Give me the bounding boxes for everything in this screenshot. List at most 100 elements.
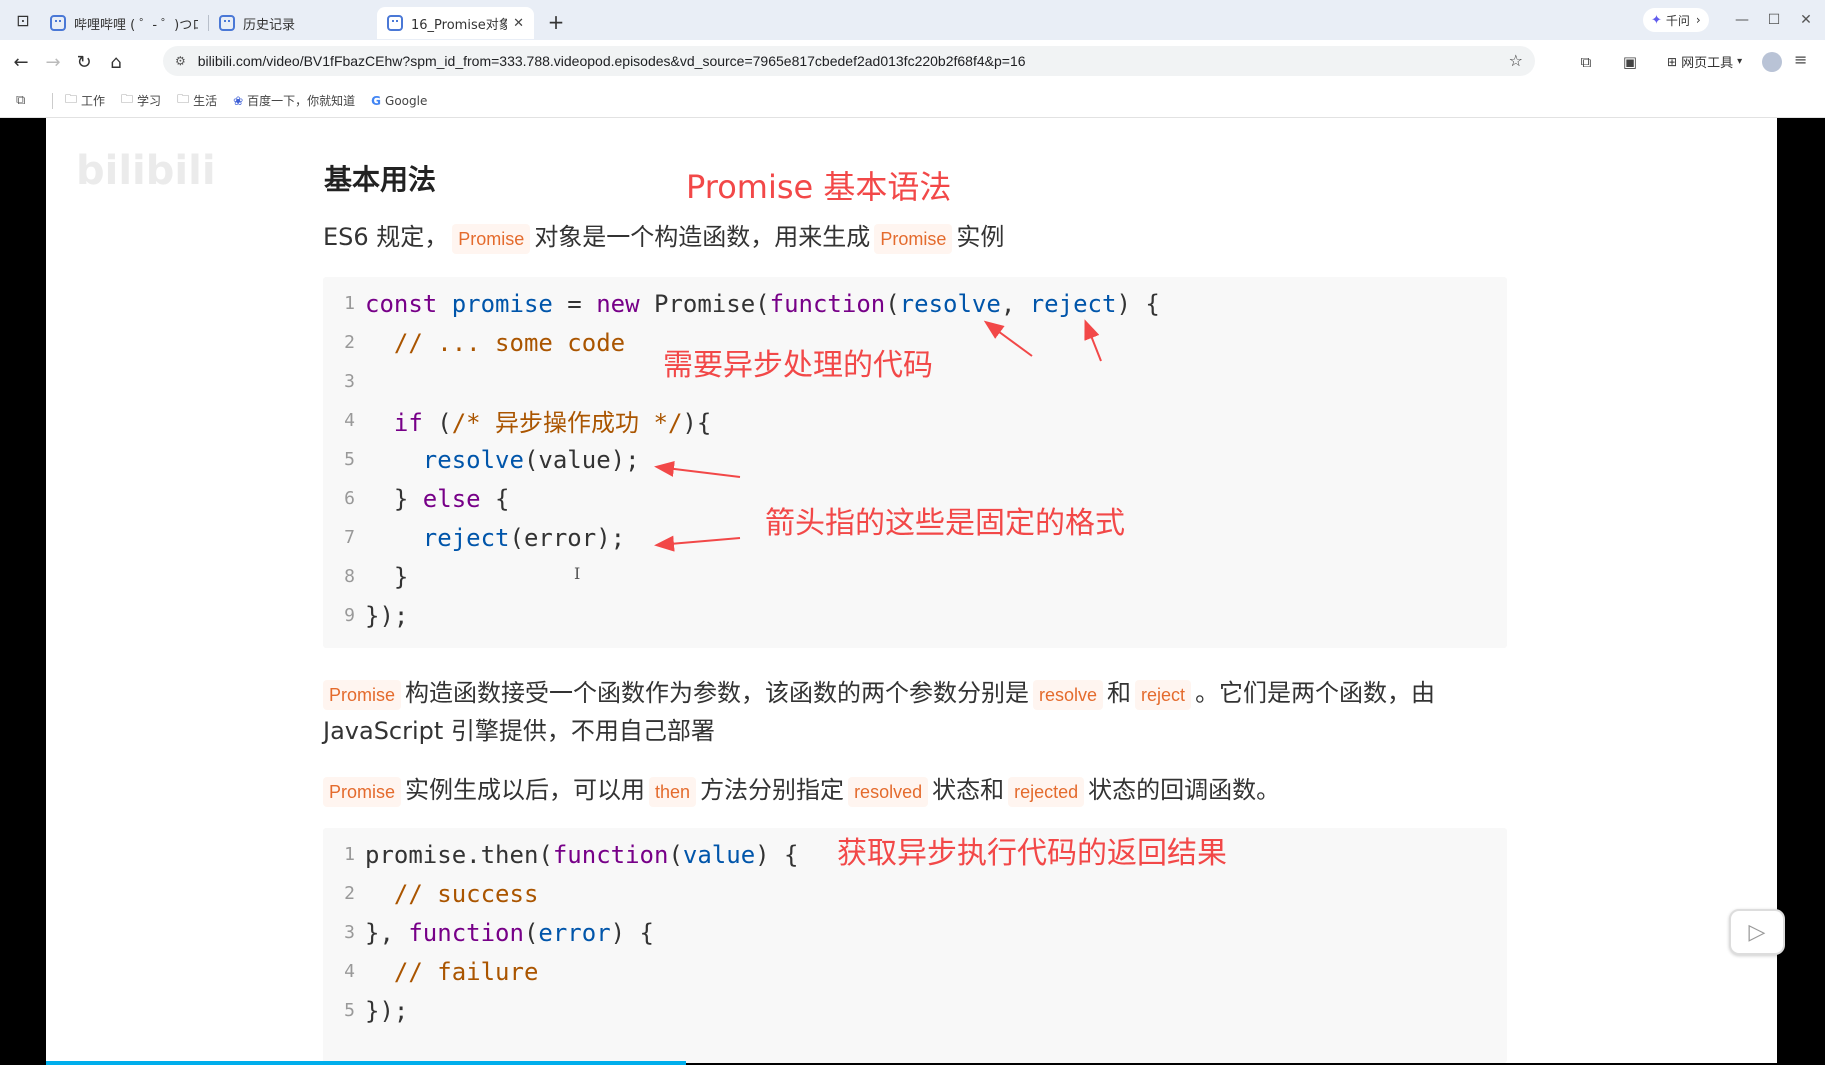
- site-info-icon[interactable]: ⚙: [175, 54, 186, 68]
- text: ES6 规定，: [323, 223, 449, 251]
- text-cursor-icon: I: [574, 564, 581, 583]
- web-tools-button[interactable]: ⊞ 网页工具 ▾: [1667, 52, 1743, 72]
- new-tab-plus-icon[interactable]: +: [540, 6, 572, 38]
- text: 状态的回调函数。: [1088, 776, 1281, 804]
- line-number: 1: [344, 844, 355, 865]
- inline-code: rejected: [1008, 777, 1085, 807]
- line-number: 9: [344, 605, 355, 626]
- annotation-async-code: 需要异步处理的代码: [663, 348, 933, 383]
- minimize-icon[interactable]: —: [1730, 8, 1754, 32]
- code-line: 4 if (/* 异步操作成功 */){: [323, 401, 1507, 440]
- code-text: // failure: [365, 957, 539, 986]
- reload-icon[interactable]: ↻: [71, 49, 97, 75]
- bookmark-label: 百度一下，你就知道: [247, 94, 356, 108]
- play-button[interactable]: ▷: [1729, 909, 1785, 955]
- line-number: 3: [344, 922, 355, 943]
- bookmark-study[interactable]: 🗀 学习: [121, 90, 161, 111]
- video-progress-bar[interactable]: [46, 1061, 686, 1065]
- chevron-down-icon: ▾: [1737, 56, 1743, 67]
- back-arrow-icon[interactable]: ←: [8, 49, 34, 75]
- bookmark-life[interactable]: 🗀 生活: [177, 90, 217, 111]
- bilibili-favicon-icon: [387, 15, 403, 31]
- menu-icon[interactable]: ≡: [1794, 50, 1807, 69]
- code-text: } else {: [365, 484, 510, 513]
- video-player[interactable]: bilibili 基本用法 Promise 基本语法 ES6 规定， Promis…: [0, 118, 1825, 1065]
- tab-bilibili-home[interactable]: 哔哩哔哩 ( ゜- ゜)つロ: [40, 7, 208, 39]
- code-block-promise-constructor: 1 const promise = new Promise(function(r…: [323, 277, 1507, 648]
- inline-code: Promise: [874, 224, 953, 254]
- code-text: promise.then(function(value) {: [365, 840, 799, 869]
- folder-icon: 🗀: [65, 92, 78, 106]
- close-tab-icon[interactable]: ✕: [513, 16, 524, 31]
- extensions-icon[interactable]: ⧉: [1574, 50, 1598, 74]
- home-icon[interactable]: ⌂: [103, 49, 129, 75]
- forward-arrow-icon[interactable]: →: [40, 49, 66, 75]
- folder-icon: 🗀: [121, 92, 134, 106]
- bookmarks-bar: ⧉ 🗀 工作 🗀 学习 🗀 生活 ❀ 百度一下，你就知道 G Google: [0, 84, 1825, 118]
- text: 实例生成以后，可以用: [405, 776, 646, 804]
- line-number: 1: [344, 293, 355, 314]
- video-frame: bilibili 基本用法 Promise 基本语法 ES6 规定， Promis…: [46, 118, 1777, 1063]
- code-text: const promise = new Promise(function(res…: [365, 289, 1160, 318]
- line-number: 4: [344, 410, 355, 431]
- grid-icon: ⊞: [1667, 54, 1678, 69]
- bookmark-baidu[interactable]: ❀ 百度一下，你就知道: [233, 92, 355, 109]
- bookmark-star-icon[interactable]: ☆: [1509, 51, 1523, 70]
- bookmark-divider: [52, 92, 53, 109]
- code-line: 3 }, function(error) {: [323, 913, 1507, 952]
- baidu-icon: ❀: [233, 93, 244, 108]
- text: 构造函数接受一个函数作为参数，该函数的两个参数分别是: [405, 679, 1030, 707]
- line-number: 3: [344, 371, 355, 392]
- inline-code: resolve: [1033, 680, 1104, 710]
- close-window-icon[interactable]: ✕: [1794, 8, 1818, 32]
- tab-search-icon[interactable]: ⊡: [6, 3, 40, 37]
- inline-code: Promise: [323, 777, 402, 807]
- maximize-icon[interactable]: ☐: [1762, 8, 1786, 32]
- folder-icon: 🗀: [177, 92, 190, 106]
- chevron-right-icon: ›: [1695, 13, 1701, 27]
- code-text: reject(error);: [365, 523, 626, 552]
- line-number: 5: [344, 1000, 355, 1021]
- qianwen-label: 千问: [1665, 13, 1690, 28]
- code-line: 9 });: [323, 596, 1507, 635]
- tab-groups-icon[interactable]: ⧉: [16, 93, 32, 109]
- bookmark-label: Google: [385, 93, 428, 108]
- inline-code: Promise: [452, 224, 531, 254]
- line-number: 5: [344, 449, 355, 470]
- text: 方法分别指定: [700, 776, 845, 804]
- inline-code: resolved: [848, 777, 929, 807]
- bilibili-favicon-icon: [219, 15, 235, 31]
- code-text: resolve(value);: [365, 445, 640, 474]
- text: 状态和: [932, 776, 1005, 804]
- inline-code: Promise: [323, 680, 402, 710]
- tab-title: 16_Promise对象_: [411, 17, 508, 33]
- tab-title: 哔哩哔哩 ( ゜- ゜)つロ: [74, 17, 198, 33]
- then-paragraph: Promise 实例生成以后，可以用 then 方法分别指定 resolved 状态和 re…: [323, 771, 1280, 809]
- web-tools-label: 网页工具: [1681, 56, 1734, 71]
- screenshot-icon[interactable]: ▣: [1618, 50, 1642, 74]
- text: 实例: [956, 223, 1005, 251]
- profile-avatar[interactable]: [1762, 52, 1782, 72]
- slide-heading: 基本用法: [324, 163, 437, 196]
- play-icon: ▷: [1748, 919, 1766, 945]
- bookmark-work[interactable]: 🗀 工作: [65, 90, 105, 111]
- bookmark-google[interactable]: G Google: [371, 94, 427, 108]
- tab-history[interactable]: 历史记录: [209, 7, 377, 39]
- code-text: }, function(error) {: [365, 918, 655, 947]
- code-text: // success: [365, 879, 539, 908]
- text: 对象是一个构造函数，用来生成: [534, 223, 871, 251]
- bilibili-favicon-icon: [50, 15, 66, 31]
- annotation-title: Promise 基本语法: [686, 168, 952, 206]
- tab-bar: ⊡ 哔哩哔哩 ( ゜- ゜)つロ 历史记录 16_Promise对象_ ✕ + …: [0, 0, 1825, 40]
- constructor-paragraph: Promise 构造函数接受一个函数作为参数，该函数的两个参数分别是 resolve…: [323, 674, 1513, 750]
- tab-promise-video[interactable]: 16_Promise对象_ ✕: [377, 7, 534, 39]
- qianwen-button[interactable]: ✦ 千问 ›: [1643, 8, 1709, 32]
- code-line: 1 const promise = new Promise(function(r…: [323, 284, 1507, 323]
- url-field[interactable]: ⚙ bilibili.com/video/BV1fFbazCEhw?spm_id…: [163, 46, 1535, 76]
- bookmark-label: 工作: [81, 94, 106, 108]
- code-text: });: [365, 601, 409, 630]
- code-line: 4 // failure: [323, 952, 1507, 991]
- text: 和: [1107, 679, 1132, 707]
- text: 。它们是两个函数，由: [1195, 679, 1436, 707]
- address-bar: ← → ↻ ⌂ ⚙ bilibili.com/video/BV1fFbazCEh…: [0, 40, 1825, 84]
